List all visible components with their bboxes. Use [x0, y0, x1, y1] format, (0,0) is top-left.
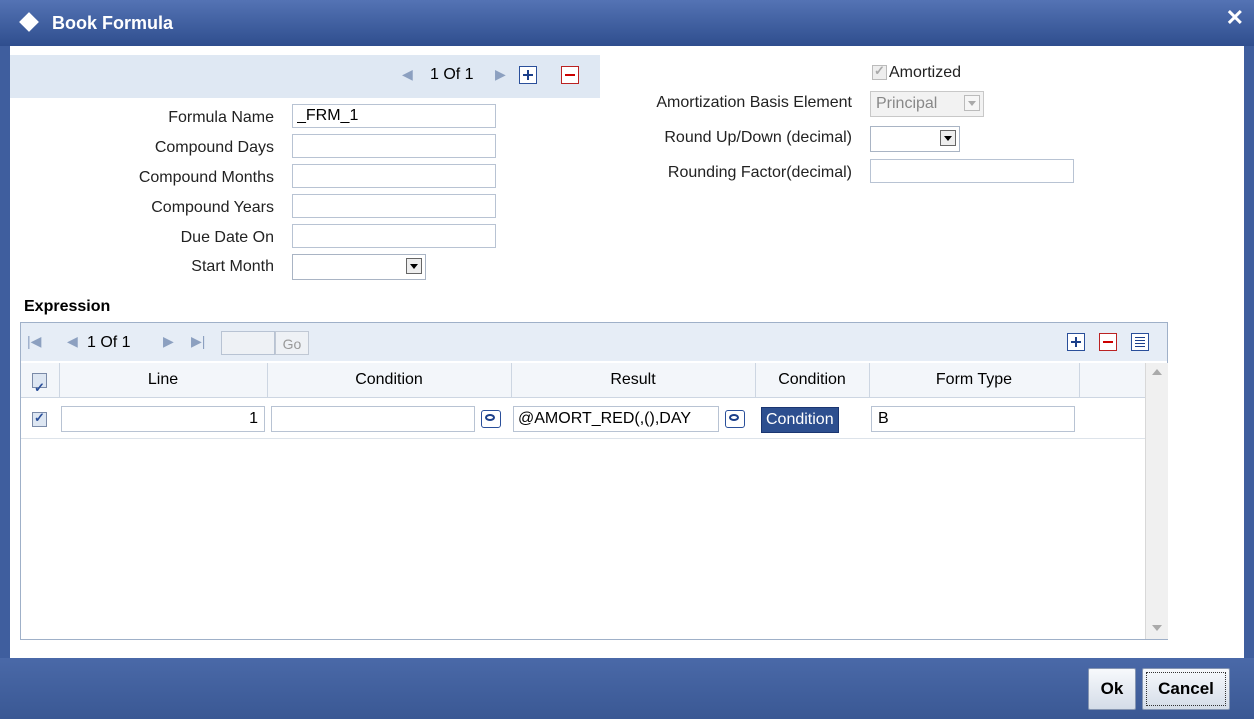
- condition-field[interactable]: [271, 406, 475, 432]
- table-row: 1 @AMORT_RED(,(),DAY Condition B: [21, 398, 1145, 439]
- compound-months-field[interactable]: [292, 164, 496, 188]
- app-diamond-icon: [19, 12, 39, 32]
- grid-scrollbar[interactable]: [1145, 363, 1168, 639]
- delete-record-button[interactable]: [561, 66, 579, 84]
- last-page-icon[interactable]: ▶|: [191, 333, 205, 350]
- add-row-button[interactable]: [1067, 333, 1085, 351]
- chevron-down-icon[interactable]: [940, 130, 956, 146]
- delete-row-button[interactable]: [1099, 333, 1117, 351]
- record-page-text: 1 Of 1: [430, 66, 474, 83]
- row-details-button[interactable]: [1131, 333, 1149, 351]
- chevron-down-icon[interactable]: [964, 95, 980, 111]
- round-updown-label: Round Up/Down (decimal): [664, 129, 852, 146]
- rounding-factor-field[interactable]: [870, 159, 1074, 183]
- grid-header: Line Condition Result Condition Form Typ…: [21, 363, 1145, 405]
- frame-right: [1244, 46, 1254, 658]
- compound-years-field[interactable]: [292, 194, 496, 218]
- page-number-field[interactable]: [221, 331, 275, 355]
- cancel-button[interactable]: Cancel: [1142, 668, 1230, 710]
- select-all-cell: [21, 363, 60, 405]
- close-icon[interactable]: ✕: [1226, 5, 1244, 31]
- chevron-down-icon[interactable]: [406, 258, 422, 274]
- condition-editor-icon[interactable]: [481, 410, 501, 428]
- title-bar: Book Formula ✕: [0, 0, 1254, 46]
- amortization-basis-value: Principal: [876, 95, 938, 112]
- record-nav-strip: [10, 55, 600, 98]
- column-header-form-type: Form Type: [869, 363, 1080, 397]
- rounding-factor-label: Rounding Factor(decimal): [667, 164, 852, 181]
- column-header-result: Result: [511, 363, 756, 397]
- first-page-icon[interactable]: |◀: [27, 333, 41, 350]
- due-date-on-field[interactable]: [292, 224, 496, 248]
- formula-name-field[interactable]: [292, 104, 496, 128]
- start-month-label: Start Month: [191, 258, 274, 275]
- go-button[interactable]: Go: [275, 331, 309, 355]
- compound-months-label: Compound Months: [138, 169, 274, 186]
- condition-button[interactable]: Condition: [761, 407, 839, 433]
- scroll-up-icon[interactable]: [1152, 369, 1162, 375]
- form-type-field[interactable]: B: [871, 406, 1075, 432]
- amortization-basis-select[interactable]: Principal: [870, 91, 984, 117]
- due-date-on-label: Due Date On: [180, 229, 274, 246]
- compound-days-field[interactable]: [292, 134, 496, 158]
- column-header-condition-2: Condition: [755, 363, 870, 397]
- grid-page-text: 1 Of 1: [87, 334, 131, 351]
- column-header-condition: Condition: [267, 363, 512, 397]
- compound-days-label: Compound Days: [154, 139, 274, 156]
- column-header-line: Line: [59, 363, 268, 397]
- expression-grid: |◀ ◀ 1 Of 1 ▶ ▶| Go Line Condition Resul…: [20, 322, 1168, 640]
- prev-page-icon[interactable]: ◀: [67, 333, 78, 350]
- grid-nav-bar: |◀ ◀ 1 Of 1 ▶ ▶| Go: [21, 323, 1167, 361]
- next-page-icon[interactable]: ▶: [163, 333, 174, 350]
- amortized-checkbox[interactable]: [872, 63, 887, 80]
- window-title: Book Formula: [52, 13, 174, 33]
- select-all-checkbox[interactable]: [32, 371, 47, 405]
- frame-left: [0, 46, 10, 658]
- scroll-down-icon[interactable]: [1152, 625, 1162, 631]
- round-updown-select[interactable]: [870, 126, 960, 152]
- next-record-icon[interactable]: ▶: [495, 66, 506, 83]
- expression-heading: Expression: [24, 298, 111, 315]
- dialog-footer: [0, 658, 1254, 719]
- add-record-button[interactable]: [519, 66, 537, 84]
- formula-name-label: Formula Name: [168, 109, 274, 126]
- amortization-basis-label: Amortization Basis Element: [656, 94, 852, 111]
- start-month-select[interactable]: [292, 254, 426, 280]
- prev-record-icon[interactable]: ◀: [402, 66, 413, 83]
- result-editor-icon[interactable]: [725, 410, 745, 428]
- row-select-checkbox[interactable]: [32, 410, 47, 427]
- compound-years-label: Compound Years: [151, 199, 274, 216]
- ok-button[interactable]: Ok: [1088, 668, 1136, 710]
- amortized-label: Amortized: [889, 64, 962, 81]
- line-field[interactable]: 1: [61, 406, 265, 432]
- result-field[interactable]: @AMORT_RED(,(),DAY: [513, 406, 719, 432]
